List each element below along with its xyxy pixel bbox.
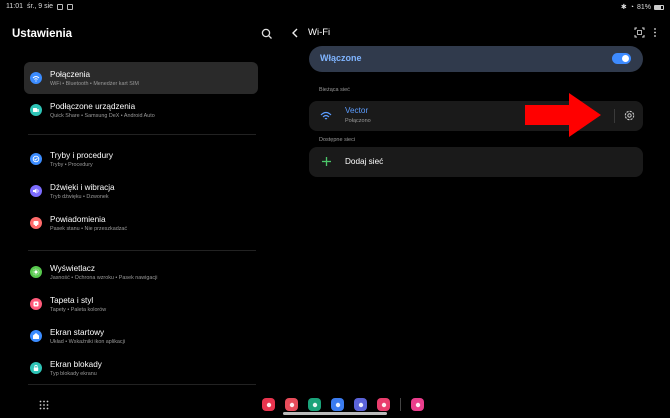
lock-icon	[30, 362, 42, 374]
divider	[28, 250, 256, 251]
wifi-signal-icon: ◔	[629, 3, 634, 11]
network-name: Vector	[345, 106, 369, 115]
settings-item-tryby-i-procedury[interactable]: Tryby i procedury Tryby • Procedury	[24, 143, 258, 175]
notification-icon	[57, 3, 64, 10]
qr-scan-icon[interactable]	[634, 27, 645, 38]
status-bar: 11:01 śr., 9 sie ✱ ◔ 81%	[0, 0, 670, 14]
taskbar	[0, 394, 670, 418]
wifi-title: Wi-Fi	[308, 27, 331, 38]
status-date: śr., 9 sie	[27, 3, 54, 10]
wifi-icon	[30, 72, 42, 84]
settings-item-subtitle: Układ • Wskaźniki ikon aplikacji	[50, 338, 125, 345]
back-arrow-icon[interactable]	[289, 27, 301, 39]
app-camera-icon[interactable]	[285, 398, 298, 411]
dock-apps	[262, 398, 424, 411]
available-networks-label: Dostępne sieci	[319, 137, 356, 143]
settings-item-powiadomienia[interactable]: Powiadomienia Pasek stanu • Nie przeszkad…	[24, 207, 258, 239]
settings-item-ekran-blokady[interactable]: Ekran blokady Typ blokady ekranu	[24, 352, 258, 384]
settings-item-label: Dźwięki i wibracja	[50, 182, 115, 192]
settings-item-label: Podłączone urządzenia	[50, 101, 136, 111]
settings-item-dźwięki-i-wibracja[interactable]: Dźwięki i wibracja Tryb dźwięku • Dzwonek	[24, 175, 258, 207]
settings-item-label: Ekran blokady	[50, 359, 102, 369]
settings-item-połączenia[interactable]: Połączenia WiFi • Bluetooth • Menedżer ka…	[24, 62, 258, 94]
page-title: Ustawienia	[12, 28, 73, 40]
settings-item-tapeta-i-styl[interactable]: Tapeta i styl Tapety • Paleta kolorów	[24, 288, 258, 320]
home-indicator[interactable]	[283, 412, 387, 415]
home-icon	[30, 330, 42, 342]
settings-item-label: Połączenia	[50, 69, 91, 79]
annotation-arrow-icon	[525, 93, 601, 137]
status-time: 11:01	[6, 3, 23, 10]
current-network-label: Bieżąca sieć	[319, 87, 350, 93]
settings-item-label: Powiadomienia	[50, 214, 106, 224]
divider	[28, 134, 256, 135]
modes-icon	[30, 153, 42, 165]
settings-item-subtitle: Typ blokady ekranu	[50, 370, 97, 377]
settings-item-subtitle: WiFi • Bluetooth • Menedżer kart SIM	[50, 80, 139, 87]
bell-icon	[30, 217, 42, 229]
gear-icon[interactable]	[623, 109, 636, 122]
more-options-icon[interactable]	[652, 26, 658, 39]
palette-icon	[30, 298, 42, 310]
gallery-notification-icon	[67, 3, 74, 10]
settings-panel: Ustawienia Połączenia WiFi • Bluetooth • …	[0, 14, 275, 394]
settings-item-subtitle: Quick Share • Samsung DeX • Android Auto	[50, 112, 155, 119]
app-browser-icon[interactable]	[354, 398, 367, 411]
settings-item-subtitle: Tapety • Paleta kolorów	[50, 306, 107, 313]
app-flower-icon[interactable]	[411, 398, 424, 411]
wifi-panel: Wi-Fi Włączone Bieżąca sieć Vector Połąc…	[285, 14, 670, 394]
sun-icon	[30, 266, 42, 278]
status-battery: 81%	[636, 3, 651, 11]
wifi-toggle-row[interactable]: Włączone	[309, 46, 643, 72]
settings-item-subtitle: Pasek stanu • Nie przeszkadzać	[50, 225, 128, 232]
plus-icon	[322, 157, 331, 166]
battery-icon	[654, 4, 664, 10]
app-red-icon[interactable]	[262, 398, 275, 411]
settings-item-ekran-startowy[interactable]: Ekran startowy Układ • Wskaźniki ikon apl…	[24, 320, 258, 352]
settings-item-wyświetlacz[interactable]: Wyświetlacz Jasność • Ochrona wzroku • Pa…	[24, 256, 258, 288]
settings-item-podłączone-urządzenia[interactable]: Podłączone urządzenia Quick Share • Samsu…	[24, 94, 258, 126]
settings-item-label: Ekran startowy	[50, 327, 105, 337]
dock-divider	[400, 398, 401, 411]
divider	[614, 109, 615, 123]
sound-icon	[30, 185, 42, 197]
add-network-row[interactable]: Dodaj sieć	[309, 147, 643, 177]
wifi-switch[interactable]	[612, 53, 631, 64]
settings-group-display: Wyświetlacz Jasność • Ochrona wzroku • Pa…	[24, 256, 258, 384]
app-drawer-icon[interactable]	[39, 400, 49, 410]
settings-group-modes: Tryby i procedury Tryby • Procedury Dźwięk…	[24, 143, 258, 239]
settings-item-label: Tryby i procedury	[50, 150, 113, 160]
settings-item-subtitle: Jasność • Ochrona wzroku • Pasek nawigac…	[50, 274, 158, 281]
app-gallery-icon[interactable]	[377, 398, 390, 411]
settings-item-subtitle: Tryb dźwięku • Dzwonek	[50, 193, 109, 200]
switch-knob	[622, 55, 629, 62]
app-phone-icon[interactable]	[308, 398, 321, 411]
settings-item-subtitle: Tryby • Procedury	[50, 161, 93, 168]
search-icon[interactable]	[260, 27, 274, 41]
wifi-toggle-label: Włączone	[320, 53, 362, 63]
bluetooth-icon: ✱	[620, 4, 627, 11]
settings-group-connections: Połączenia WiFi • Bluetooth • Menedżer ka…	[24, 62, 258, 126]
divider	[28, 384, 256, 385]
settings-item-label: Wyświetlacz	[50, 263, 95, 273]
add-network-label: Dodaj sieć	[345, 157, 384, 166]
app-messages-icon[interactable]	[331, 398, 344, 411]
devices-icon	[30, 104, 42, 116]
wifi-icon	[320, 111, 332, 120]
network-status: Połączono	[345, 118, 371, 124]
settings-item-label: Tapeta i styl	[50, 295, 94, 305]
